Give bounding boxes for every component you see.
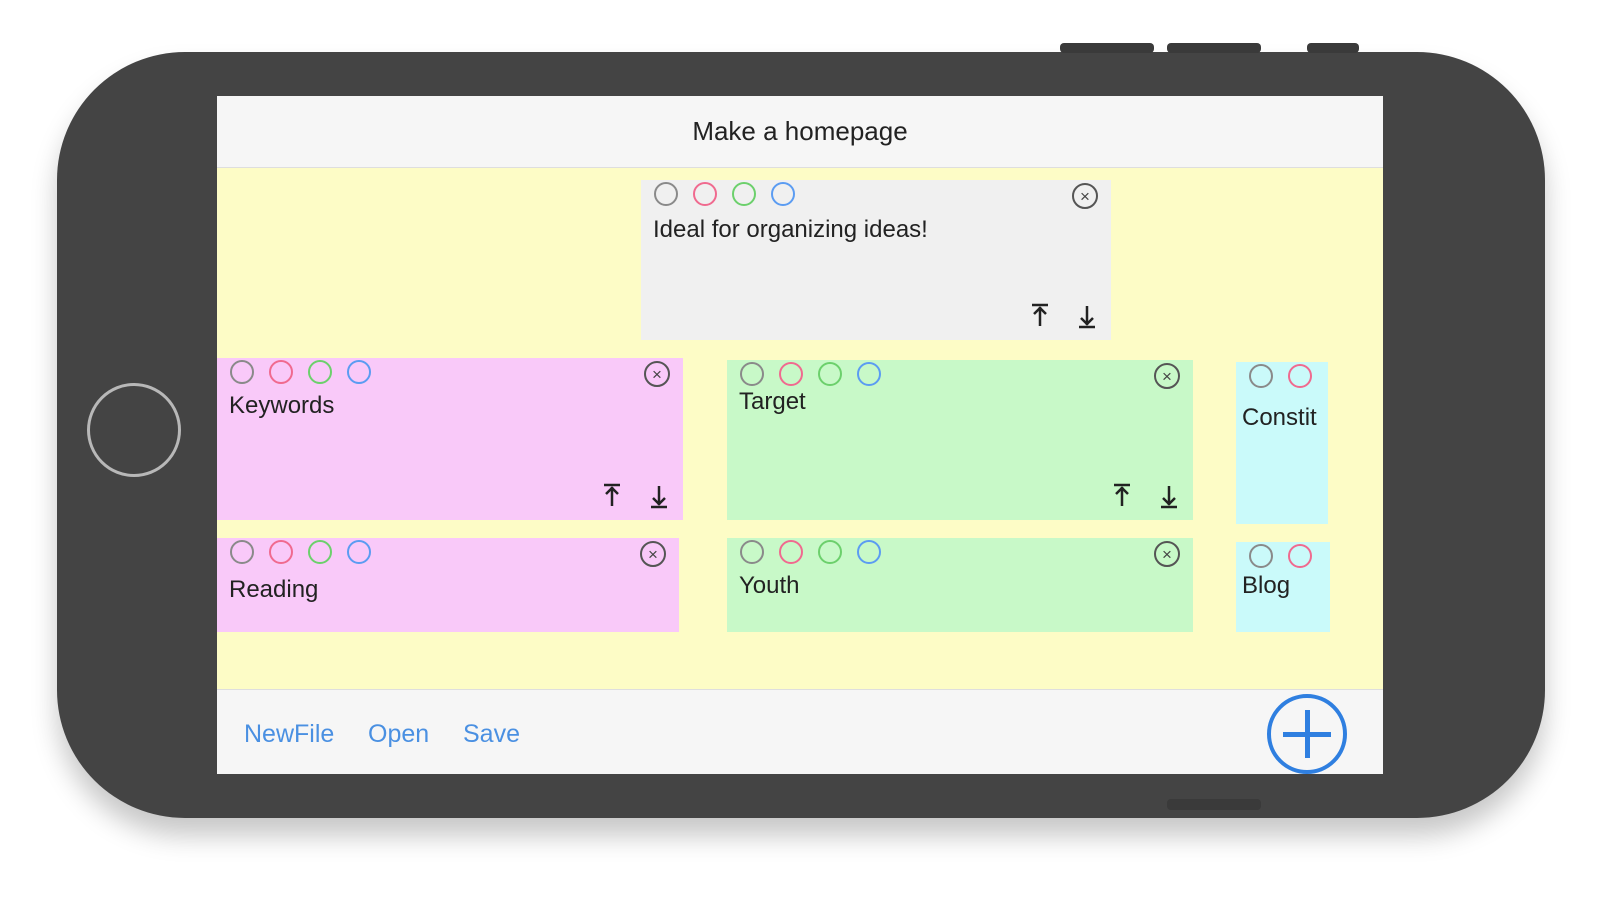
note-blog[interactable]: Blog: [1236, 542, 1330, 632]
color-green-button[interactable]: [308, 540, 332, 564]
close-icon[interactable]: ×: [1154, 363, 1180, 389]
color-pink-button[interactable]: [1288, 364, 1312, 388]
move-to-bottom-icon[interactable]: [648, 484, 670, 510]
note-constit[interactable]: Constit: [1236, 362, 1328, 524]
volume-up-button: [1060, 43, 1154, 53]
color-green-button[interactable]: [818, 540, 842, 564]
open-button[interactable]: Open: [368, 720, 429, 749]
color-green-button[interactable]: [308, 360, 332, 384]
move-to-top-icon[interactable]: [601, 482, 623, 508]
note-text[interactable]: Keywords: [229, 392, 334, 420]
note-target[interactable]: × Target: [727, 360, 1193, 520]
page-title: Make a homepage: [692, 116, 908, 146]
color-blue-button[interactable]: [347, 540, 371, 564]
nav-bar: Make a homepage: [217, 96, 1383, 168]
volume-down-button: [1167, 43, 1261, 53]
color-green-button[interactable]: [732, 182, 756, 206]
power-button: [1167, 799, 1261, 810]
color-grey-button[interactable]: [230, 540, 254, 564]
note-text[interactable]: Ideal for organizing ideas!: [653, 216, 928, 244]
color-pink-button[interactable]: [269, 360, 293, 384]
move-to-bottom-icon[interactable]: [1076, 304, 1098, 330]
mute-switch: [1307, 43, 1359, 53]
new-file-button[interactable]: NewFile: [244, 720, 334, 749]
color-blue-button[interactable]: [771, 182, 795, 206]
note-keywords[interactable]: × Keywords: [217, 358, 683, 520]
note-text[interactable]: Constit: [1242, 404, 1317, 432]
color-green-button[interactable]: [818, 362, 842, 386]
color-grey-button[interactable]: [654, 182, 678, 206]
close-icon[interactable]: ×: [644, 361, 670, 387]
color-blue-button[interactable]: [347, 360, 371, 384]
close-icon[interactable]: ×: [640, 541, 666, 567]
bottom-toolbar: NewFile Open Save: [217, 689, 1383, 774]
move-to-top-icon[interactable]: [1029, 302, 1051, 328]
note-text[interactable]: Reading: [229, 576, 318, 604]
color-grey-button[interactable]: [1249, 544, 1273, 568]
color-pink-button[interactable]: [693, 182, 717, 206]
app-screen: Make a homepage × Ideal for organizing id…: [217, 96, 1383, 774]
save-button[interactable]: Save: [463, 720, 520, 749]
move-to-top-icon[interactable]: [1111, 482, 1133, 508]
home-button[interactable]: [87, 383, 181, 477]
color-pink-button[interactable]: [1288, 544, 1312, 568]
color-grey-button[interactable]: [230, 360, 254, 384]
close-icon[interactable]: ×: [1154, 541, 1180, 567]
color-pink-button[interactable]: [779, 540, 803, 564]
color-pink-button[interactable]: [779, 362, 803, 386]
note-reading[interactable]: × Reading: [217, 538, 679, 632]
color-grey-button[interactable]: [740, 540, 764, 564]
note-text[interactable]: Target: [739, 388, 806, 416]
color-grey-button[interactable]: [740, 362, 764, 386]
close-icon[interactable]: ×: [1072, 183, 1098, 209]
note-text[interactable]: Blog: [1242, 572, 1290, 600]
note-youth[interactable]: × Youth: [727, 538, 1193, 632]
color-blue-button[interactable]: [857, 540, 881, 564]
note-text[interactable]: Youth: [739, 572, 800, 600]
color-pink-button[interactable]: [269, 540, 293, 564]
move-to-bottom-icon[interactable]: [1158, 484, 1180, 510]
color-grey-button[interactable]: [1249, 364, 1273, 388]
note-ideal[interactable]: × Ideal for organizing ideas!: [641, 180, 1111, 340]
color-blue-button[interactable]: [857, 362, 881, 386]
add-note-button[interactable]: [1267, 694, 1347, 774]
